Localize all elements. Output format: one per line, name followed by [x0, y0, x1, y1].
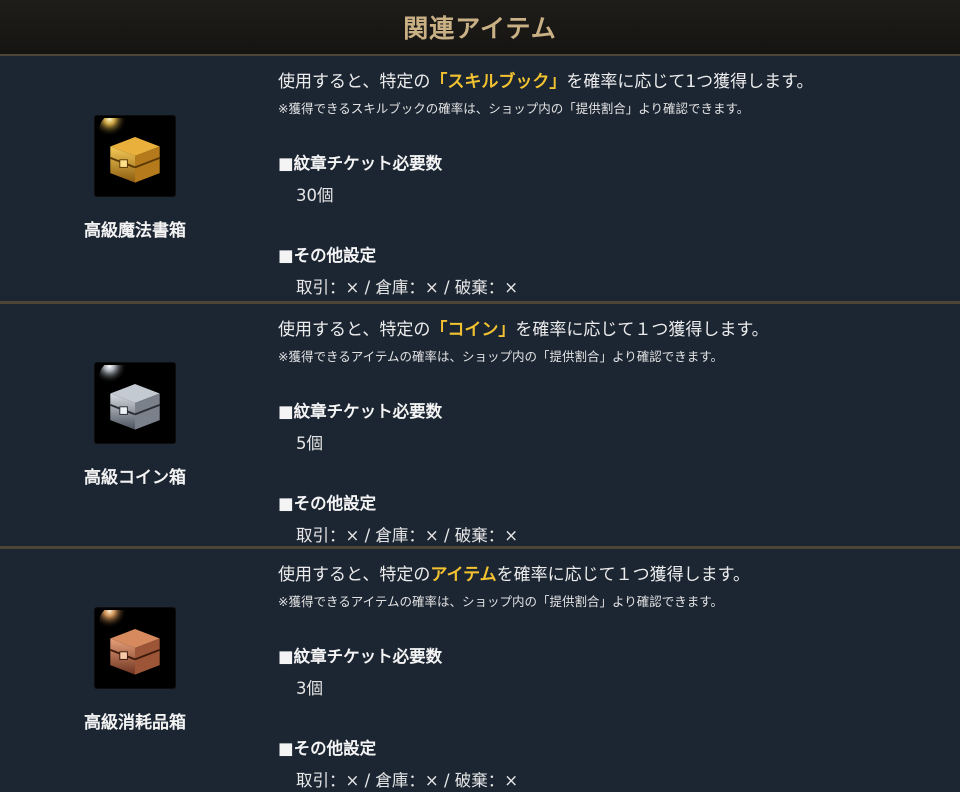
required-tickets-value: 30個 [296, 186, 334, 205]
item-row-consumable-box: 高級消耗品箱 使用すると、特定のアイテムを確率に応じて１つ獲得します。 ※獲得で… [0, 546, 960, 791]
other-settings-value: 取引：× / 倉庫：× / 破棄：× [296, 278, 519, 297]
item-description: 使用すると、特定の「コイン」を確率に応じて１つ獲得します。 [278, 320, 769, 340]
item-details: 使用すると、特定の「スキルブック」を確率に応じて1つ獲得します。 ※獲得できるス… [278, 70, 940, 298]
other-settings-value: 取引：× / 倉庫：× / 破棄：× [296, 526, 519, 545]
required-tickets-value: 5個 [296, 434, 323, 453]
item-description: 使用すると、特定のアイテムを確率に応じて１つ獲得します。 [278, 565, 750, 585]
item-details: 使用すると、特定の「コイン」を確率に応じて１つ獲得します。 ※獲得できるアイテム… [278, 318, 940, 546]
other-settings-heading: ■その他設定 [278, 739, 377, 758]
probability-note: ※獲得できるアイテムの確率は、ショップ内の「提供割合」より確認できます。 [278, 349, 723, 364]
highlight-text: アイテム [430, 565, 497, 585]
required-tickets-value: 3個 [296, 679, 323, 698]
item-name: 高級コイン箱 [84, 467, 186, 488]
required-tickets-heading: ■紋章チケット必要数 [278, 647, 443, 666]
item-summary: 高級魔法書箱 [0, 56, 270, 301]
silver-treasure-chest-icon [95, 362, 175, 443]
item-details: 使用すると、特定のアイテムを確率に応じて１つ獲得します。 ※獲得できるアイテムの… [278, 563, 940, 791]
other-settings-value: 取引：× / 倉庫：× / 破棄：× [296, 771, 519, 790]
other-settings-heading: ■その他設定 [278, 246, 377, 265]
item-description: 使用すると、特定の「スキルブック」を確率に応じて1つ獲得します。 [278, 72, 814, 92]
section-header: 関連アイテム [0, 0, 960, 56]
item-summary: 高級消耗品箱 [0, 549, 270, 791]
item-row-coin-box: 高級コイン箱 使用すると、特定の「コイン」を確率に応じて１つ獲得します。 ※獲得… [0, 301, 960, 546]
probability-note: ※獲得できるスキルブックの確率は、ショップ内の「提供割合」より確認できます。 [278, 101, 750, 116]
required-tickets-heading: ■紋章チケット必要数 [278, 402, 443, 421]
item-row-magic-book-box: 高級魔法書箱 使用すると、特定の「スキルブック」を確率に応じて1つ獲得します。 … [0, 56, 960, 301]
copper-treasure-chest-icon [95, 607, 175, 688]
required-tickets-heading: ■紋章チケット必要数 [278, 154, 443, 173]
highlight-text: 「スキルブック」 [430, 72, 567, 92]
other-settings-heading: ■その他設定 [278, 494, 377, 513]
section-title: 関連アイテム [403, 14, 557, 43]
highlight-text: 「コイン」 [430, 320, 516, 340]
item-name: 高級魔法書箱 [84, 221, 186, 241]
gold-treasure-chest-icon [95, 116, 175, 196]
probability-note: ※獲得できるアイテムの確率は、ショップ内の「提供割合」より確認できます。 [278, 594, 723, 609]
item-summary: 高級コイン箱 [0, 304, 270, 546]
item-name: 高級消耗品箱 [84, 712, 186, 733]
